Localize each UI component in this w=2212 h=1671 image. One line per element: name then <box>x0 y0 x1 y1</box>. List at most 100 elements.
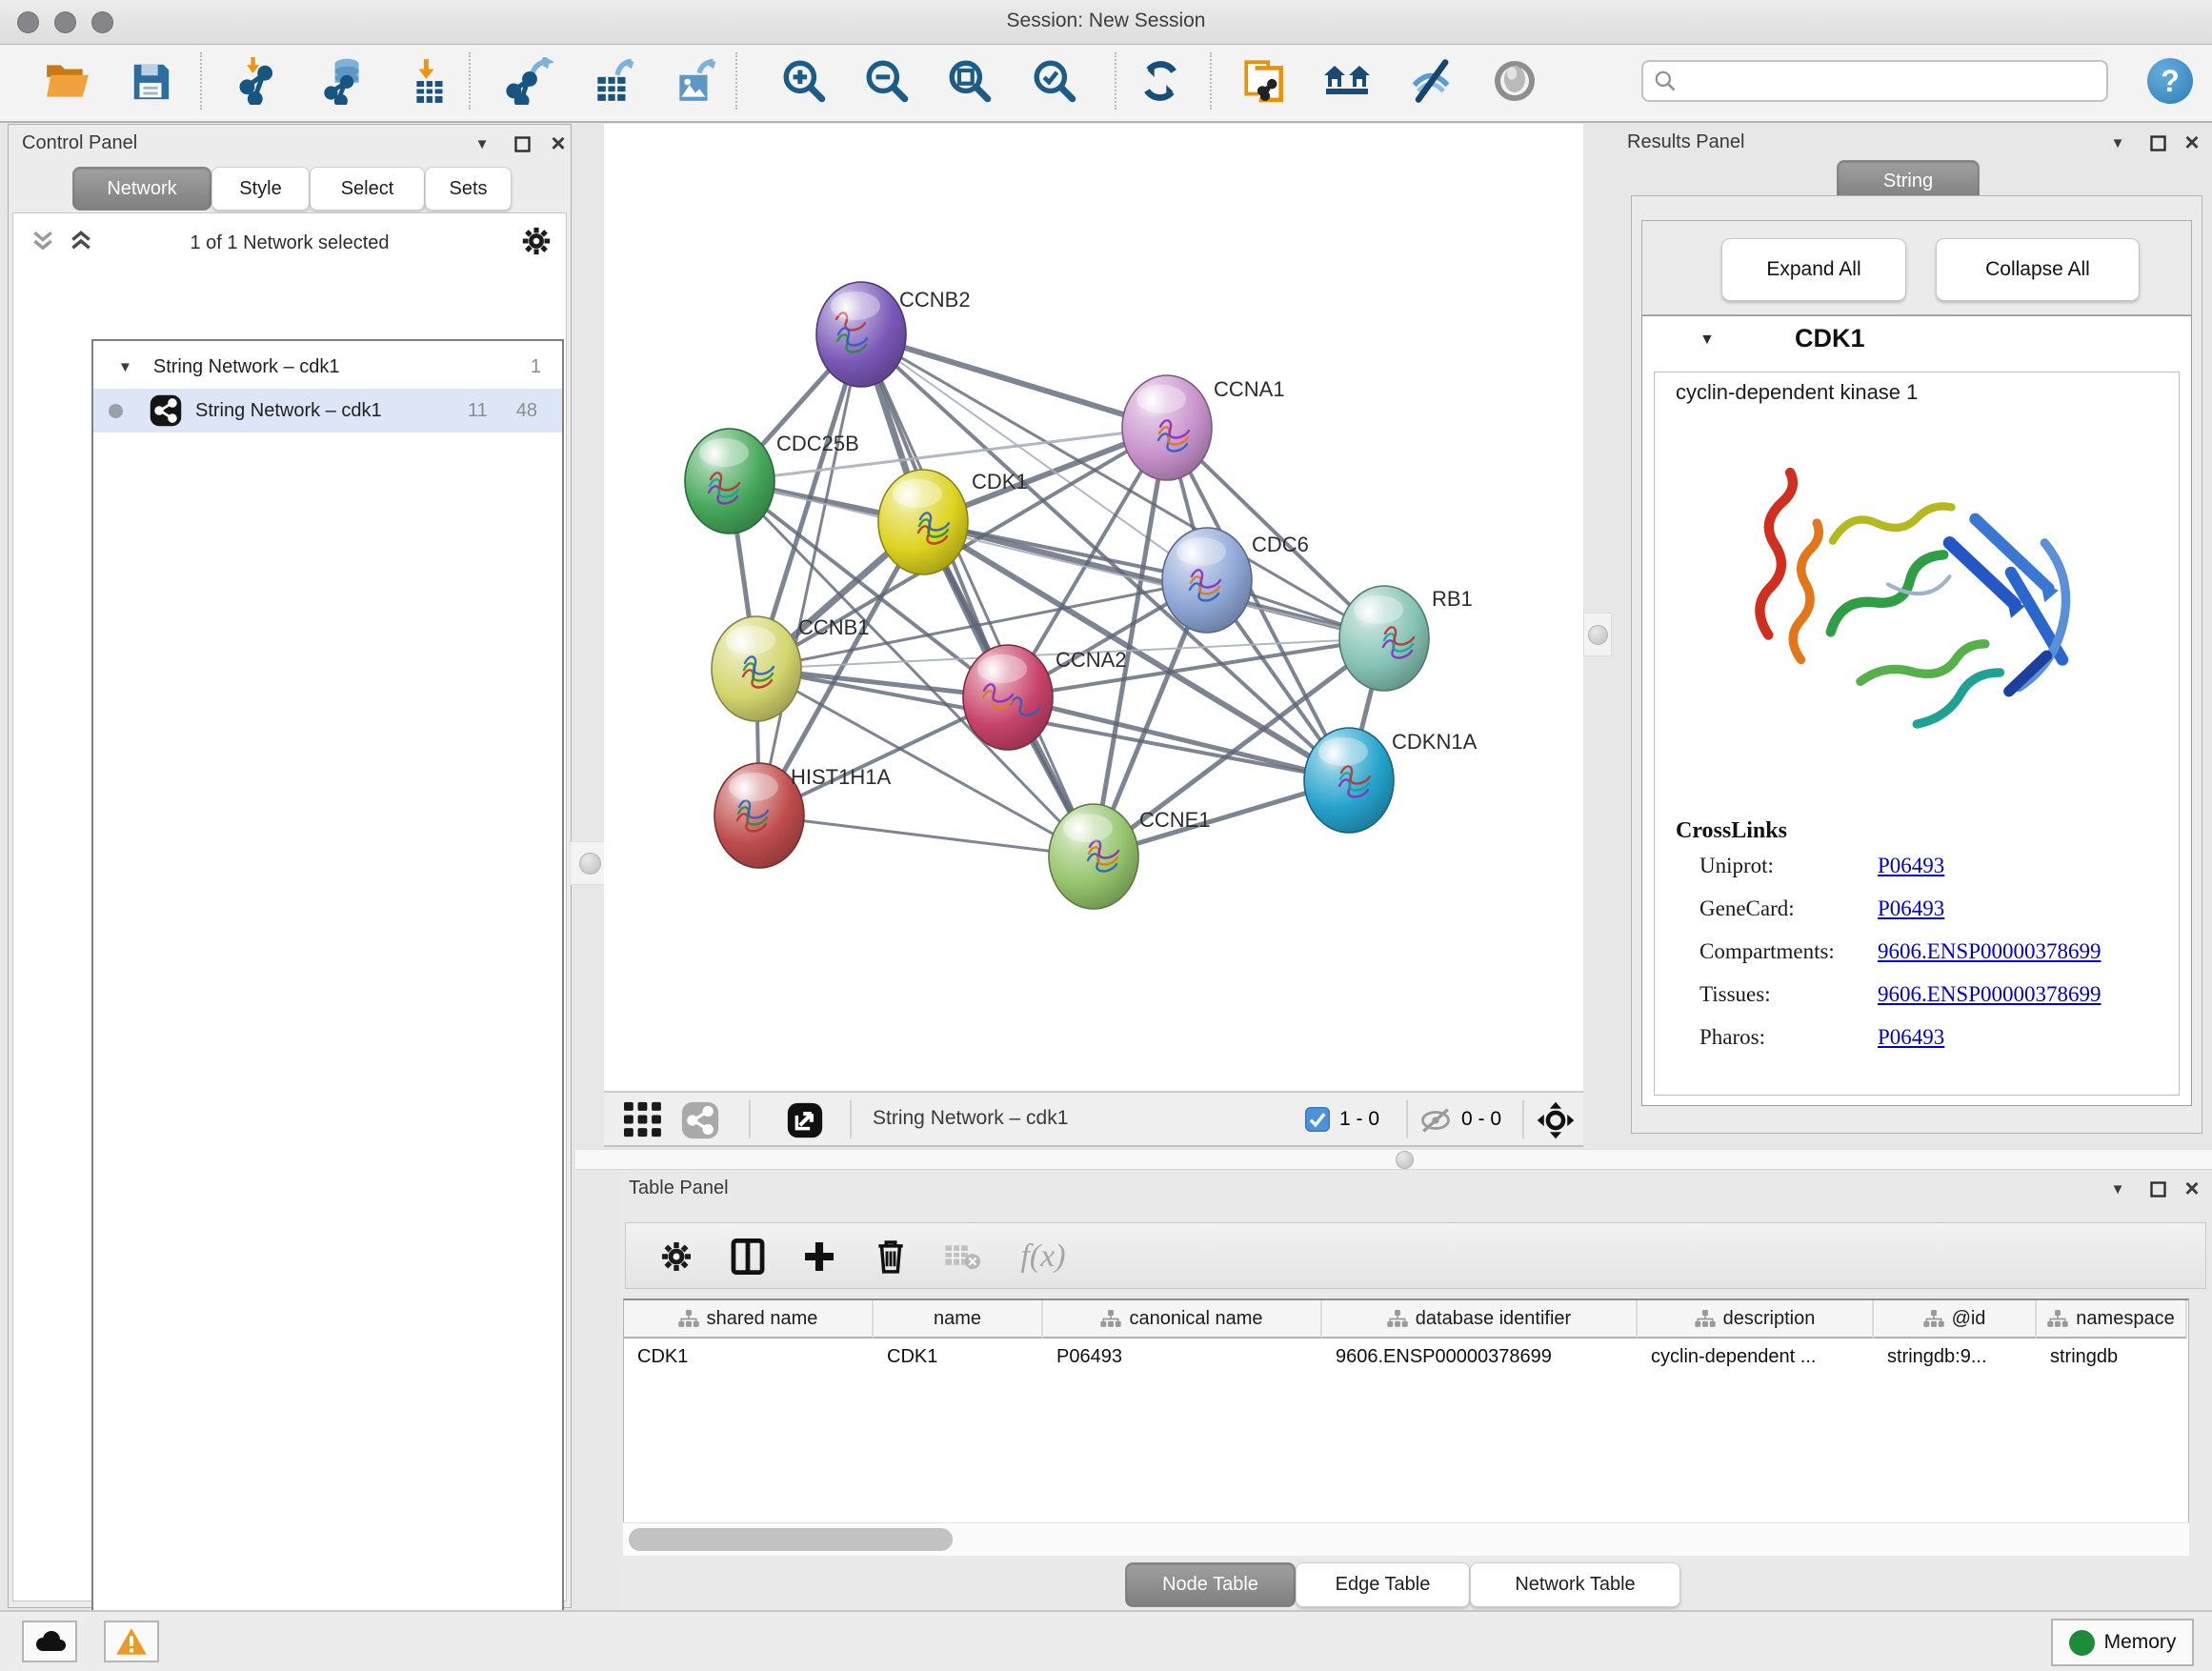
selected-checkbox-icon[interactable] <box>1305 1107 1330 1137</box>
show-columns-button[interactable] <box>724 1234 772 1279</box>
results-panel-collapse-icon[interactable]: ▼ <box>2103 129 2132 157</box>
delete-table-button[interactable] <box>938 1234 986 1279</box>
card-collapse-icon[interactable]: ▼ <box>1699 332 1715 349</box>
tab-style[interactable]: Style <box>211 167 310 211</box>
network-node-CCNB2[interactable] <box>816 282 906 387</box>
table-cell[interactable]: stringdb:9... <box>1874 1339 2037 1375</box>
zoom-in-button[interactable] <box>779 56 829 106</box>
warnings-button[interactable] <box>104 1621 159 1662</box>
network-node-CCNA2[interactable] <box>963 645 1053 750</box>
export-table-button[interactable] <box>589 56 638 106</box>
table-cell[interactable]: CDK1 <box>874 1339 1043 1375</box>
delete-column-button[interactable] <box>867 1234 915 1279</box>
birds-eye-toggle-button[interactable] <box>1536 1100 1576 1145</box>
string-protein-query-button[interactable] <box>1322 56 1372 106</box>
network-node-CCNA1[interactable] <box>1122 375 1212 480</box>
tab-network-table[interactable]: Network Table <box>1470 1562 1680 1607</box>
function-builder-button[interactable]: f(x) <box>1005 1234 1081 1279</box>
table-cell[interactable]: P06493 <box>1043 1339 1322 1375</box>
network-view-canvas[interactable]: CCNB2CCNA1CDC25BCDK1CDC6RB1CCNB1CCNA2CDK… <box>604 124 1583 1091</box>
network-node-CCNB1[interactable] <box>712 616 801 721</box>
crosslink-link-0[interactable]: P06493 <box>1878 854 1944 878</box>
zoom-out-button[interactable] <box>862 56 912 106</box>
enhanced-graphics-toggle-button[interactable] <box>1406 56 1456 106</box>
table-cell[interactable]: stringdb <box>2037 1339 2187 1375</box>
export-network-button[interactable] <box>505 56 554 106</box>
network-node-CDK1[interactable] <box>878 470 968 574</box>
results-panel-float-icon[interactable] <box>2143 129 2172 157</box>
column-header-description[interactable]: description <box>1638 1300 1874 1339</box>
table-cell[interactable]: CDK1 <box>624 1339 874 1375</box>
column-header-shared-name[interactable]: shared name <box>624 1300 874 1339</box>
gene-name: CDK1 <box>1795 324 1865 353</box>
table-panel-float-icon[interactable] <box>2143 1175 2172 1203</box>
zoom-fit-button[interactable] <box>945 56 995 106</box>
crosslink-link-3[interactable]: 9606.ENSP00000378699 <box>1878 982 2101 1007</box>
string-view-button[interactable] <box>681 1101 719 1144</box>
export-image-button[interactable] <box>671 56 720 106</box>
crosslink-link-4[interactable]: P06493 <box>1878 1025 1944 1050</box>
collapse-all-button[interactable]: Collapse All <box>1936 238 2140 301</box>
crosslink-label-2: Compartments: <box>1699 939 1835 964</box>
export-publication-button[interactable] <box>1240 56 1290 106</box>
network-collection-row[interactable]: ▼ String Network – cdk1 1 <box>93 345 562 389</box>
help-button[interactable]: ? <box>2145 56 2195 106</box>
results-panel-close-icon[interactable]: × <box>2178 128 2206 156</box>
glass-ball-toggle-button[interactable] <box>1490 56 1539 106</box>
import-table-button[interactable] <box>406 56 455 106</box>
create-column-button[interactable] <box>795 1234 843 1279</box>
scrollbar-thumb[interactable] <box>629 1528 953 1551</box>
export-image-icon <box>672 57 719 105</box>
toolbar-separator <box>200 52 202 110</box>
column-header-name[interactable]: name <box>874 1300 1043 1339</box>
tab-edge-table[interactable]: Edge Table <box>1296 1562 1470 1607</box>
tree-expand-icon[interactable]: ▼ <box>118 359 132 375</box>
tab-network[interactable]: Network <box>72 167 211 211</box>
detach-view-button[interactable] <box>787 1102 823 1143</box>
tab-node-table[interactable]: Node Table <box>1125 1562 1296 1607</box>
control-panel: Control Panel ▼ × NetworkStyleSelectSets… <box>8 124 572 1608</box>
control-panel-float-icon[interactable] <box>508 130 536 158</box>
zoom-selected-button[interactable] <box>1030 56 1079 106</box>
import-network-from-database-button[interactable] <box>320 56 370 106</box>
column-header--id[interactable]: @id <box>1874 1300 2037 1339</box>
table-cell[interactable]: cyclin-dependent ... <box>1638 1339 1874 1375</box>
apply-layout-button[interactable] <box>1136 56 1185 106</box>
table-horizontal-scrollbar[interactable] <box>623 1522 2189 1556</box>
table-panel-close-icon[interactable]: × <box>2178 1174 2206 1202</box>
network-edge-CCNB2-CCNE1[interactable] <box>861 334 1094 856</box>
search-field[interactable] <box>1641 60 2108 102</box>
network-node-CDC25B[interactable] <box>685 429 774 534</box>
right-splitter-handle[interactable] <box>1583 613 1612 656</box>
memory-button[interactable]: Memory <box>2051 1619 2194 1666</box>
tab-sets[interactable]: Sets <box>425 167 512 211</box>
cloud-button[interactable] <box>22 1621 77 1662</box>
table-cell[interactable]: 9606.ENSP00000378699 <box>1322 1339 1638 1375</box>
network-node-CDKN1A[interactable] <box>1304 728 1394 833</box>
control-panel-collapse-icon[interactable]: ▼ <box>468 130 496 158</box>
network-node-CDC6[interactable] <box>1162 528 1252 633</box>
crosslink-link-1[interactable]: P06493 <box>1878 896 1944 921</box>
network-options-gear-icon[interactable] <box>520 225 553 262</box>
network-node-RB1[interactable] <box>1339 586 1429 691</box>
import-network-button[interactable] <box>236 56 286 106</box>
crosslink-link-2[interactable]: 9606.ENSP00000378699 <box>1878 939 2101 964</box>
column-header-database-identifier[interactable]: database identifier <box>1322 1300 1638 1339</box>
column-header-namespace[interactable]: namespace <box>2037 1300 2187 1339</box>
table-options-button[interactable] <box>653 1234 700 1279</box>
network-edge-CCNB2-HIST1H1A[interactable] <box>759 334 861 815</box>
save-session-button[interactable] <box>126 56 175 106</box>
horizontal-splitter-handle[interactable] <box>1396 1151 1414 1169</box>
table-panel-collapse-icon[interactable]: ▼ <box>2103 1175 2132 1203</box>
column-header-canonical-name[interactable]: canonical name <box>1043 1300 1322 1339</box>
grid-view-button[interactable] <box>622 1100 664 1143</box>
network-edge-HIST1H1A-CCNE1[interactable] <box>759 815 1094 856</box>
control-panel-close-icon[interactable]: × <box>544 129 573 157</box>
expand-all-button[interactable]: Expand All <box>1721 238 1906 301</box>
tab-select[interactable]: Select <box>310 167 425 211</box>
open-session-button[interactable] <box>42 56 91 106</box>
network-row[interactable]: String Network – cdk1 11 48 <box>93 389 562 433</box>
network-edge-CCNB2-CCNA1[interactable] <box>861 334 1167 428</box>
network-graph[interactable]: CCNB2CCNA1CDC25BCDK1CDC6RB1CCNB1CCNA2CDK… <box>604 124 1583 1091</box>
network-node-CCNE1[interactable] <box>1049 804 1138 909</box>
